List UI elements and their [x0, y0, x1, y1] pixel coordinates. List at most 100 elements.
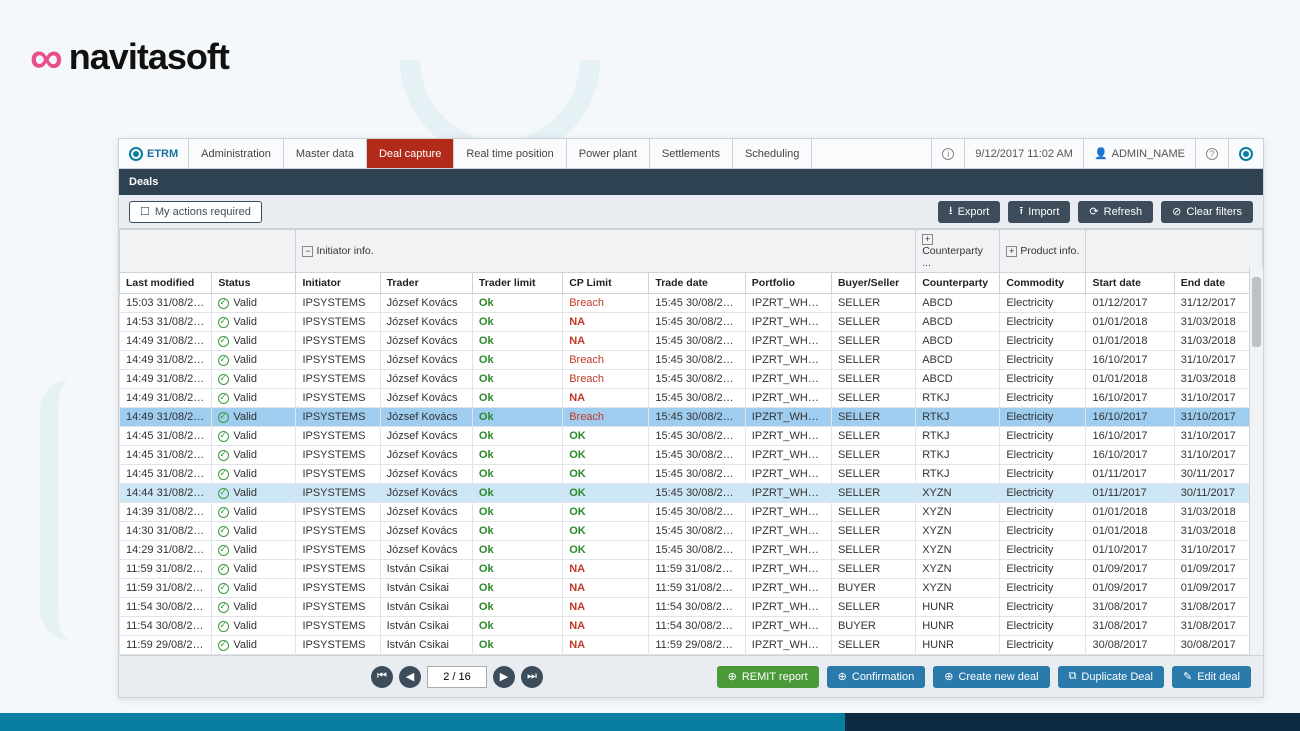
info-button[interactable]: i — [931, 139, 964, 168]
pager-first-button[interactable]: ⏮ — [371, 666, 393, 688]
clear-filters-button[interactable]: ⊘Clear filters — [1161, 201, 1253, 223]
cell-portfolio: IPZRT_WHOLE — [745, 598, 831, 617]
create-deal-button[interactable]: ⊕Create new deal — [933, 666, 1049, 688]
check-circle-icon — [218, 393, 229, 404]
check-circle-icon — [218, 564, 229, 575]
table-row[interactable]: 14:53 31/08/2017ValidIPSYSTEMSJózsef Kov… — [120, 313, 1263, 332]
col-status[interactable]: Status — [212, 273, 296, 294]
nav-item-power-plant[interactable]: Power plant — [567, 139, 650, 168]
nav-item-scheduling[interactable]: Scheduling — [733, 139, 812, 168]
confirmation-button[interactable]: ⊕Confirmation — [827, 666, 926, 688]
cell-buyer-seller: SELLER — [831, 484, 915, 503]
col-last-modified[interactable]: Last modified — [120, 273, 212, 294]
nav-item-administration[interactable]: Administration — [189, 139, 284, 168]
import-button[interactable]: ⭱Import — [1008, 201, 1070, 223]
cell-counterparty: RTKJ — [916, 408, 1000, 427]
cell-buyer-seller: SELLER — [831, 408, 915, 427]
cell-initiator: IPSYSTEMS — [296, 465, 380, 484]
cell-trader-limit: Ok — [472, 636, 562, 655]
table-row[interactable]: 14:44 31/08/2017ValidIPSYSTEMSJózsef Kov… — [120, 484, 1263, 503]
duplicate-deal-button[interactable]: ⧉Duplicate Deal — [1058, 666, 1164, 688]
cell-status: Valid — [212, 579, 296, 598]
col-cp-limit[interactable]: CP Limit — [563, 273, 649, 294]
check-circle-icon — [218, 317, 229, 328]
cell-buyer-seller: SELLER — [831, 598, 915, 617]
col-buyer-seller[interactable]: Buyer/Seller — [831, 273, 915, 294]
group-counterparty[interactable]: +Counterparty ... — [916, 230, 1000, 273]
cell-trader: József Kovács — [380, 370, 472, 389]
table-row[interactable]: 14:39 31/08/2017ValidIPSYSTEMSJózsef Kov… — [120, 503, 1263, 522]
cell-trade-date: 15:45 30/08/2017 — [649, 351, 745, 370]
pager-last-button[interactable]: ⏭ — [521, 666, 543, 688]
cell-trader: József Kovács — [380, 427, 472, 446]
table-row[interactable]: 11:50 20/08/2017ValidIPSYSTEMSIstván Csi… — [120, 655, 1263, 656]
cell-buyer-seller: SELLER — [831, 370, 915, 389]
cell-last-modified: 14:30 31/08/2017 — [120, 522, 212, 541]
table-row[interactable]: 11:59 31/08/2017ValidIPSYSTEMSIstván Csi… — [120, 560, 1263, 579]
pencil-icon: ✎ — [1183, 670, 1192, 683]
group-initiator[interactable]: −Initiator info. — [296, 230, 916, 273]
cell-start-date: 30/08/2017 — [1086, 636, 1174, 655]
group-product[interactable]: +Product info. — [1000, 230, 1086, 273]
cell-last-modified: 11:50 20/08/2017 — [120, 655, 212, 656]
cell-counterparty: HUNR — [916, 636, 1000, 655]
check-circle-icon — [218, 298, 229, 309]
table-row[interactable]: 14:30 31/08/2017ValidIPSYSTEMSJózsef Kov… — [120, 522, 1263, 541]
cell-start-date: 01/01/2018 — [1086, 522, 1174, 541]
cell-counterparty: HUNR — [916, 655, 1000, 656]
table-row[interactable]: 14:49 31/08/2017ValidIPSYSTEMSJózsef Kov… — [120, 389, 1263, 408]
cell-portfolio: IPZRT_WHOLE — [745, 636, 831, 655]
pager-input[interactable] — [427, 666, 487, 688]
table-row[interactable]: 14:29 31/08/2017ValidIPSYSTEMSJózsef Kov… — [120, 541, 1263, 560]
nav-item-real-time-position[interactable]: Real time position — [454, 139, 566, 168]
table-row[interactable]: 15:03 31/08/2017ValidIPSYSTEMSJózsef Kov… — [120, 294, 1263, 313]
cell-initiator: IPSYSTEMS — [296, 389, 380, 408]
cell-counterparty: ABCD — [916, 313, 1000, 332]
col-commodity[interactable]: Commodity — [1000, 273, 1086, 294]
remit-report-button[interactable]: ⊕REMIT report — [717, 666, 819, 688]
scrollbar-thumb[interactable] — [1252, 277, 1261, 347]
pager-prev-button[interactable]: ◀ — [399, 666, 421, 688]
table-row[interactable]: 14:45 31/08/2017ValidIPSYSTEMSJózsef Kov… — [120, 446, 1263, 465]
cell-counterparty: HUNR — [916, 617, 1000, 636]
table-row[interactable]: 11:54 30/08/2017ValidIPSYSTEMSIstván Csi… — [120, 617, 1263, 636]
cell-initiator: IPSYSTEMS — [296, 427, 380, 446]
refresh-button[interactable]: ⟳Refresh — [1078, 201, 1153, 223]
plus-circle-icon: ⊕ — [728, 670, 737, 683]
col-counterparty[interactable]: Counterparty — [916, 273, 1000, 294]
table-row[interactable]: 14:45 31/08/2017ValidIPSYSTEMSJózsef Kov… — [120, 465, 1263, 484]
col-trader[interactable]: Trader — [380, 273, 472, 294]
table-row[interactable]: 11:59 29/08/2017ValidIPSYSTEMSIstván Csi… — [120, 636, 1263, 655]
cell-trade-date: 11:54 30/08/2017 — [649, 617, 745, 636]
export-button[interactable]: ⭳Export — [938, 201, 1001, 223]
table-row[interactable]: 11:54 30/08/2017ValidIPSYSTEMSIstván Csi… — [120, 598, 1263, 617]
nav-item-master-data[interactable]: Master data — [284, 139, 367, 168]
edit-deal-button[interactable]: ✎Edit deal — [1172, 666, 1251, 688]
col-trade-date[interactable]: Trade date — [649, 273, 745, 294]
check-circle-icon — [218, 450, 229, 461]
help-button[interactable]: ? — [1195, 139, 1228, 168]
nav-item-settlements[interactable]: Settlements — [650, 139, 733, 168]
table-row[interactable]: 14:49 31/08/2017ValidIPSYSTEMSJózsef Kov… — [120, 408, 1263, 427]
deals-table-wrap: −Initiator info. +Counterparty ... +Prod… — [119, 229, 1263, 655]
table-row[interactable]: 14:49 31/08/2017ValidIPSYSTEMSJózsef Kov… — [120, 370, 1263, 389]
cell-portfolio: IPZRT_WHOLE — [745, 370, 831, 389]
table-row[interactable]: 14:49 31/08/2017ValidIPSYSTEMSJózsef Kov… — [120, 332, 1263, 351]
table-row[interactable]: 14:49 31/08/2017ValidIPSYSTEMSJózsef Kov… — [120, 351, 1263, 370]
cell-counterparty: XYZN — [916, 560, 1000, 579]
table-row[interactable]: 14:45 31/08/2017ValidIPSYSTEMSJózsef Kov… — [120, 427, 1263, 446]
nav-item-deal-capture[interactable]: Deal capture — [367, 139, 454, 168]
cell-cp-limit: OK — [563, 484, 649, 503]
user-display[interactable]: 👤ADMIN_NAME — [1083, 139, 1195, 168]
pager-next-button[interactable]: ▶ — [493, 666, 515, 688]
col-trader-limit[interactable]: Trader limit — [472, 273, 562, 294]
col-portfolio[interactable]: Portfolio — [745, 273, 831, 294]
table-row[interactable]: 11:59 31/08/2017ValidIPSYSTEMSIstván Csi… — [120, 579, 1263, 598]
brand-end-button[interactable] — [1228, 139, 1263, 168]
my-actions-button[interactable]: ☐ My actions required — [129, 201, 262, 223]
col-start-date[interactable]: Start date — [1086, 273, 1174, 294]
vertical-scrollbar[interactable] — [1249, 267, 1263, 655]
app-brand-chip[interactable]: ETRM — [119, 139, 189, 168]
col-initiator[interactable]: Initiator — [296, 273, 380, 294]
cell-cp-limit: NA — [563, 579, 649, 598]
